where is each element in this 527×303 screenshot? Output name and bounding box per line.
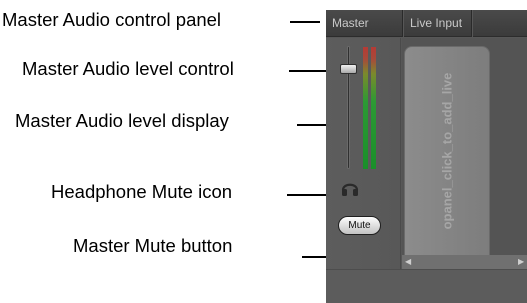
scroll-left-arrow-icon[interactable]: ◀	[405, 257, 411, 267]
level-slider-handle[interactable]	[340, 64, 357, 74]
tab-bar-filler	[473, 10, 527, 37]
tab-master[interactable]: Master	[326, 10, 403, 37]
callout-headphone-mute: Headphone Mute icon	[51, 181, 233, 202]
master-audio-panel: Master Live Input ▼ Mute opanel_click_to…	[326, 10, 527, 303]
panel-footer	[326, 269, 527, 303]
level-meter-right	[371, 47, 376, 169]
callout-level-control: Master Audio level control	[22, 58, 234, 79]
horizontal-scrollbar[interactable]: ◀ ▶	[402, 255, 527, 269]
level-meter-left	[363, 47, 368, 169]
leader-control-panel	[290, 21, 320, 23]
tab-live-input[interactable]: Live Input ▼	[404, 10, 486, 37]
tab-live-input-label: Live Input	[410, 16, 463, 30]
callout-control-panel: Master Audio control panel	[2, 9, 222, 30]
callout-level-display: Master Audio level display	[15, 110, 229, 131]
live-input-area: opanel_click_to_add_live	[402, 38, 527, 269]
headphone-icon[interactable]	[340, 178, 360, 198]
callout-mute-button: Master Mute button	[73, 235, 233, 256]
master-channel-strip: Mute	[326, 38, 401, 269]
add-live-input-label: opanel_click_to_add_live	[439, 72, 455, 230]
add-live-input-strip[interactable]: opanel_click_to_add_live	[404, 46, 490, 256]
mute-button[interactable]: Mute	[338, 216, 381, 235]
scroll-right-arrow-icon[interactable]: ▶	[518, 257, 524, 267]
